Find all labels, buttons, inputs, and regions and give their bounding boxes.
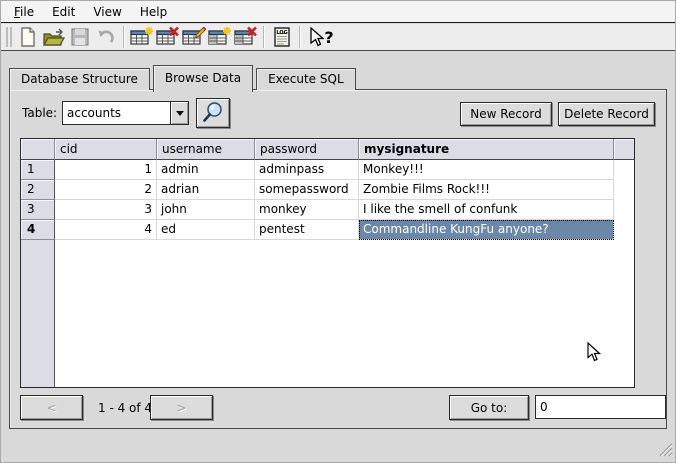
cell-password[interactable]: monkey [255,200,359,220]
cell-cid[interactable]: 2 [55,180,157,200]
delete-index-button[interactable] [233,25,259,49]
cell-password[interactable]: pentest [255,220,359,240]
table-header-row: cid username password mysignature [21,139,634,160]
menu-file[interactable]: File [5,3,43,21]
cell-password[interactable]: adminpass [255,160,359,180]
tab-bar: Database Structure Browse Data Execute S… [9,63,359,90]
column-header-cid[interactable]: cid [55,139,157,160]
toolbar-drag-handle[interactable] [6,27,12,47]
cell-password[interactable]: somepassword [255,180,359,200]
corner-header-cell[interactable] [21,139,55,160]
modify-table-icon [182,26,206,48]
tab-database-structure[interactable]: Database Structure [9,68,150,90]
resize-grip-icon[interactable] [659,443,673,460]
table-row[interactable]: 1 1 admin adminpass Monkey!!! [21,160,634,180]
create-index-icon [208,26,232,48]
toolbar-separator [123,26,125,48]
whats-this-button[interactable]: ? [305,25,339,49]
toolbar-separator [263,26,265,48]
delete-index-icon [234,26,258,48]
cell-username[interactable]: john [157,200,255,220]
mouse-cursor [587,342,601,366]
create-table-icon [130,26,154,48]
column-header-password[interactable]: password [255,139,359,160]
record-range-label: 1 - 4 of 4 [98,401,152,415]
cell-cid[interactable]: 1 [55,160,157,180]
column-header-filler [614,139,634,160]
new-database-button[interactable] [15,25,41,49]
cell-username[interactable]: adrian [157,180,255,200]
table-select[interactable]: accounts [62,101,189,125]
records-table[interactable]: cid username password mysignature 1 1 ad… [20,138,635,388]
table-row[interactable]: 3 3 john monkey I like the smell of conf… [21,200,634,220]
save-disk-icon [69,26,91,48]
column-header-username[interactable]: username [157,139,255,160]
modify-table-button[interactable] [181,25,207,49]
menu-bar: File Edit View Help [1,1,675,23]
cell-mysignature[interactable]: I like the smell of confunk [359,200,614,220]
combo-dropdown-button[interactable] [170,102,188,124]
delete-record-button[interactable]: Delete Record [558,102,655,126]
undo-arrow-icon [95,26,117,48]
app-window: File Edit View Help [0,0,676,463]
row-number-cell[interactable]: 2 [21,180,55,200]
table-row[interactable]: 4 4 ed pentest Commandline KungFu anyone… [21,220,634,240]
menu-view[interactable]: View [84,3,130,21]
column-header-mysignature[interactable]: mysignature [359,139,614,160]
toolbar-separator [299,26,301,48]
toolbar: LOG ? [1,24,675,51]
cell-username[interactable]: admin [157,160,255,180]
cell-cid[interactable]: 3 [55,200,157,220]
chevron-down-icon [176,111,184,116]
row-number-cell[interactable]: 4 [21,220,55,240]
whats-this-icon: ? [310,27,333,47]
svg-text:LOG: LOG [276,30,287,36]
table-select-value: accounts [63,106,170,120]
new-file-icon [17,26,39,48]
magnifier-icon [201,100,225,127]
cell-mysignature[interactable]: Monkey!!! [359,160,614,180]
find-button[interactable] [196,98,230,128]
table-label: Table: [22,106,57,120]
cell-mysignature[interactable]: Zombie Films Rock!!! [359,180,614,200]
revert-changes-button[interactable] [93,25,119,49]
menu-help[interactable]: Help [131,3,176,21]
log-button[interactable]: LOG [269,25,295,49]
cell-mysignature-selected[interactable]: Commandline KungFu anyone? [359,220,614,240]
open-folder-icon [42,26,66,48]
goto-button[interactable]: Go to: [449,395,529,420]
create-table-button[interactable] [129,25,155,49]
row-number-cell[interactable]: 1 [21,160,55,180]
cell-username[interactable]: ed [157,220,255,240]
tab-browse-data[interactable]: Browse Data [153,65,253,92]
new-record-button[interactable]: New Record [460,102,552,126]
create-index-button[interactable] [207,25,233,49]
browse-data-panel: Table: accounts New Record Delete Record [9,89,667,429]
delete-table-icon [156,26,180,48]
cell-cid[interactable]: 4 [55,220,157,240]
goto-record-input[interactable] [535,395,666,419]
previous-page-button[interactable]: < [20,395,83,420]
save-database-button[interactable] [67,25,93,49]
row-number-cell[interactable]: 3 [21,200,55,220]
menu-edit[interactable]: Edit [43,3,84,21]
next-page-button[interactable]: > [150,395,213,420]
delete-table-button[interactable] [155,25,181,49]
log-icon: LOG [271,26,293,48]
tab-execute-sql[interactable]: Execute SQL [256,68,356,90]
open-database-button[interactable] [41,25,67,49]
table-row[interactable]: 2 2 adrian somepassword Zombie Films Roc… [21,180,634,200]
